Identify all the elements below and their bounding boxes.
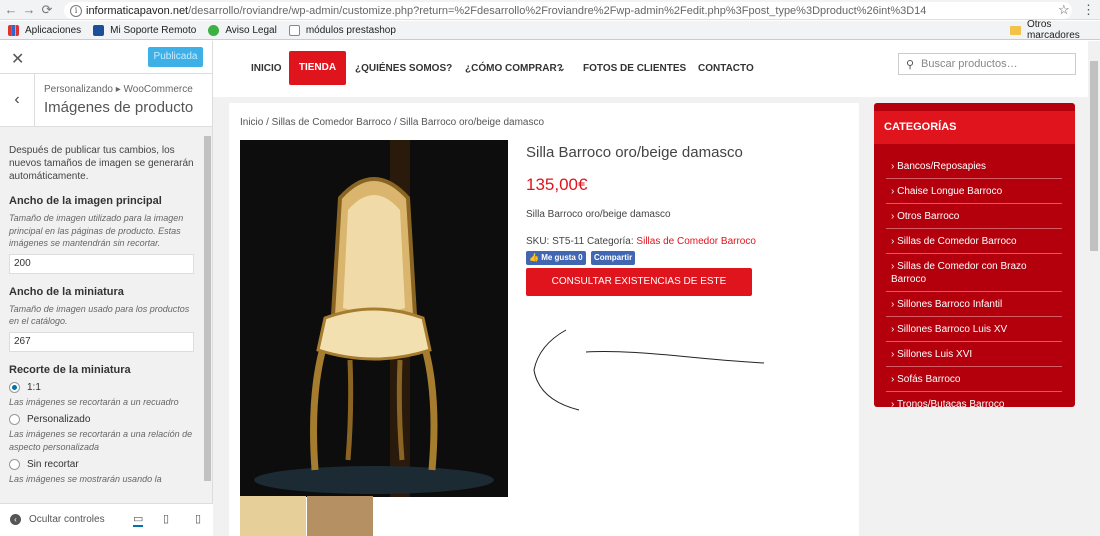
thumb-width-label: Ancho de la miniatura xyxy=(9,285,124,298)
panel-scroll-thumb[interactable] xyxy=(204,136,211,481)
category-item[interactable]: › Sillas de Comedor con Brazo Barroco xyxy=(886,254,1062,292)
crop-desc-uncropped: Las imágenes se mostrarán usando la xyxy=(9,474,162,484)
crop-option-uncropped[interactable]: Sin recortar xyxy=(9,459,194,470)
radio-selected-icon xyxy=(9,381,20,393)
fb-like-button[interactable]: 👍 Me gusta 0 xyxy=(526,251,586,265)
radio-icon xyxy=(9,459,20,470)
customizer-controls: Después de publicar tus cambios, los nue… xyxy=(0,128,203,503)
crop-desc-1-1: Las imágenes se recortarán a un recuadro xyxy=(9,396,179,407)
crop-label: Recorte de la miniatura xyxy=(9,363,131,376)
main-width-label: Ancho de la imagen principal xyxy=(9,195,162,207)
nav-contacto[interactable]: CONTACTO xyxy=(698,63,754,74)
close-icon[interactable]: ✕ xyxy=(11,49,24,69)
apps-grid-icon xyxy=(8,24,19,36)
site-navigation: INICIO TIENDA ¿QUIÉNES SOMOS? ¿CÓMO COMP… xyxy=(213,41,1088,97)
chevron-down-icon: ⌄ xyxy=(558,63,566,73)
main-width-desc: Tamaño de imagen utilizado para la image… xyxy=(9,213,184,248)
nav-fotos[interactable]: FOTOS DE CLIENTES xyxy=(583,63,686,74)
main-width-input[interactable]: 200 xyxy=(9,253,194,274)
page-scroll-thumb[interactable] xyxy=(1090,61,1098,251)
site-preview: INICIO TIENDA ¿QUIÉNES SOMOS? ¿CÓMO COMP… xyxy=(213,41,1088,536)
category-item[interactable]: › Sillones Luis XVI xyxy=(886,342,1062,367)
other-bookmarks[interactable]: Otros marcadores xyxy=(1010,19,1100,41)
chevron-left-icon[interactable]: ‹ xyxy=(0,74,35,127)
back-icon[interactable]: ← xyxy=(2,2,20,17)
crop-desc-custom: Las imágenes se recortarán a una relació… xyxy=(9,429,193,452)
categories-sidebar: CATEGORÍAS › Bancos/Reposapies › Chaise … xyxy=(874,103,1075,410)
remote-icon xyxy=(93,24,105,36)
bookmark-star-icon[interactable]: ☆ xyxy=(1058,2,1070,18)
bookmark-aviso[interactable]: Aviso Legal xyxy=(208,24,277,36)
crop-option-1-1[interactable]: 1:1 xyxy=(9,381,194,393)
search-icon: ⚲ xyxy=(905,58,915,71)
section-title: Imágenes de producto xyxy=(44,99,194,116)
product-meta: SKU: ST5-11 Categoría: Sillas de Comedor… xyxy=(526,236,756,247)
thumb-width-input[interactable]: 267 xyxy=(9,331,194,352)
fb-share-button[interactable]: Compartir xyxy=(591,251,636,265)
product-short-description: Silla Barroco oro/beige damasco xyxy=(526,209,671,220)
thumbs-up-icon: 👍 xyxy=(529,253,539,262)
breadcrumb[interactable]: Inicio / Sillas de Comedor Barroco / Sil… xyxy=(240,117,544,128)
category-item[interactable]: › Chaise Longue Barroco xyxy=(886,179,1062,204)
product-price: 135,00€ xyxy=(526,175,588,194)
categories-title: CATEGORÍAS xyxy=(874,111,1075,144)
folder-icon xyxy=(1010,25,1021,35)
browser-toolbar: ← → ⟳ i informaticapavon.net/desarrollo/… xyxy=(0,0,1100,20)
page-scrollbar[interactable] xyxy=(1088,41,1100,536)
bookmark-soporte[interactable]: Mi Soporte Remoto xyxy=(93,24,196,36)
panel-scrollbar[interactable] xyxy=(203,129,212,503)
url-path: /desarrollo/roviandre/wp-admin/customize… xyxy=(188,4,927,17)
bookmarks-bar: Aplicaciones Mi Soporte Remoto Aviso Leg… xyxy=(0,19,1100,41)
customizer-footer: ‹ Ocultar controles ▭ ▯ ▯ xyxy=(0,503,213,536)
bookmark-modulos[interactable]: módulos prestashop xyxy=(288,24,396,36)
category-item[interactable]: › Sillas de Comedor Barroco xyxy=(886,229,1062,254)
forward-icon[interactable]: → xyxy=(20,2,38,17)
search-input[interactable]: ⚲ Buscar productos… xyxy=(898,53,1076,75)
section-title-bar: ‹ Personalizando ▸ WooCommerce Imágenes … xyxy=(0,74,212,127)
category-item[interactable]: › Otros Barroco xyxy=(886,204,1062,229)
tablet-preview-icon[interactable]: ▯ xyxy=(163,512,169,525)
consult-stock-button[interactable]: CONSULTAR EXISTENCIAS DE ESTE PRODUCTO xyxy=(526,268,752,315)
mobile-preview-icon[interactable]: ▯ xyxy=(195,512,201,525)
radio-icon xyxy=(9,414,20,425)
nav-como-comprar[interactable]: ¿CÓMO COMPRAR? xyxy=(465,63,563,74)
url-domain: informaticapavon.net xyxy=(86,4,189,17)
customizer-panel: ✕ Publicada ‹ Personalizando ▸ WooCommer… xyxy=(0,41,213,536)
category-item[interactable]: › Sillones Barroco Luis XV xyxy=(886,317,1062,342)
categories-list: › Bancos/Reposapies › Chaise Longue Barr… xyxy=(886,154,1062,416)
info-icon[interactable]: i xyxy=(70,4,82,17)
product-thumbnail[interactable] xyxy=(240,496,306,536)
address-bar[interactable]: i informaticapavon.net/desarrollo/rovian… xyxy=(64,2,1072,19)
product-content: Inicio / Sillas de Comedor Barroco / Sil… xyxy=(229,103,859,536)
product-title: Silla Barroco oro/beige damasco xyxy=(526,144,743,161)
category-link[interactable]: Sillas de Comedor Barroco xyxy=(636,236,756,247)
category-item[interactable]: › Sofás Barroco xyxy=(886,367,1062,392)
customizer-header: ✕ Publicada xyxy=(0,41,212,74)
hide-controls-button[interactable]: ‹ Ocultar controles xyxy=(10,514,105,525)
notice-text: Después de publicar tus cambios, los nue… xyxy=(9,145,194,182)
bookmark-apps[interactable]: Aplicaciones xyxy=(8,24,81,36)
desktop-preview-icon[interactable]: ▭ xyxy=(133,512,144,527)
customizer-breadcrumb: Personalizando ▸ WooCommerce xyxy=(44,84,193,95)
nav-tienda[interactable]: TIENDA xyxy=(289,51,346,85)
browser-menu-icon[interactable]: ⋮ xyxy=(1082,2,1095,18)
product-thumbnail[interactable] xyxy=(307,496,373,536)
thumb-width-desc: Tamaño de imagen usado para los producto… xyxy=(9,303,190,327)
hand-drawn-annotation xyxy=(533,329,765,411)
publish-button[interactable]: Publicada xyxy=(148,47,203,67)
site-icon xyxy=(208,24,220,36)
crop-option-custom[interactable]: Personalizado xyxy=(9,414,194,425)
collapse-icon: ‹ xyxy=(10,514,21,525)
category-item[interactable]: › Bancos/Reposapies xyxy=(886,154,1062,179)
product-image[interactable] xyxy=(240,140,508,497)
nav-quienes[interactable]: ¿QUIÉNES SOMOS? xyxy=(355,63,452,74)
category-item[interactable]: › Sillones Barroco Infantil xyxy=(886,292,1062,317)
category-item[interactable]: › Tronos/Butacas Barroco xyxy=(886,392,1062,416)
nav-inicio[interactable]: INICIO xyxy=(251,63,282,74)
reload-icon[interactable]: ⟳ xyxy=(38,2,56,18)
page-icon xyxy=(288,24,300,36)
